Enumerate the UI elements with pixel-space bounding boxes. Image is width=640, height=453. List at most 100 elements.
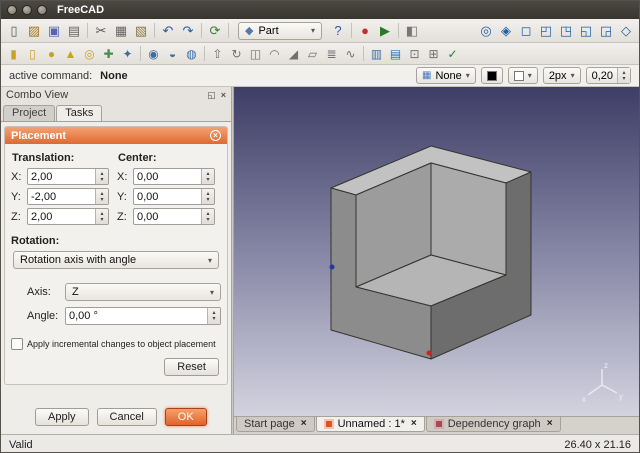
close-panel-icon[interactable]: × bbox=[221, 90, 226, 101]
close-tab-icon[interactable]: × bbox=[547, 419, 553, 429]
placement-axis-row: Y:-2,00▴▾Y:0,00▴▾ bbox=[11, 188, 221, 205]
minimize-button[interactable] bbox=[22, 5, 32, 15]
view-toolbar-group: ◎◈◻◰◳◱◲◇ bbox=[476, 21, 636, 40]
view-right-icon[interactable]: ◳ bbox=[556, 21, 576, 40]
center-z-spinner[interactable]: 0,00▴▾ bbox=[133, 208, 215, 225]
center-x-spinner[interactable]: 0,00▴▾ bbox=[133, 168, 215, 185]
print-icon[interactable]: ▤ bbox=[64, 21, 84, 40]
combo-view-panel: Combo View ◱ × ProjectTasks Placement × … bbox=[1, 87, 231, 434]
fillet-icon[interactable]: ◠ bbox=[265, 44, 284, 63]
part-torus-icon[interactable]: ◎ bbox=[80, 44, 99, 63]
angle-spinner[interactable]: 0,00 ° ▴▾ bbox=[65, 307, 221, 325]
undo-icon[interactable]: ↶ bbox=[158, 21, 178, 40]
spinner-arrows[interactable]: ▴▾ bbox=[201, 189, 214, 204]
origin-point bbox=[427, 351, 432, 356]
chevron-down-icon: ▾ bbox=[208, 256, 212, 265]
boolean-union-icon[interactable]: ◉ bbox=[144, 44, 163, 63]
redo-icon[interactable]: ↷ bbox=[178, 21, 198, 40]
placement-close-icon[interactable]: × bbox=[210, 130, 221, 141]
part-cylinder-icon[interactable]: ▯ bbox=[23, 44, 42, 63]
center-y-spinner[interactable]: 0,00▴▾ bbox=[133, 188, 215, 205]
view-left-icon[interactable]: ◇ bbox=[616, 21, 636, 40]
incremental-checkbox-label: Apply incremental changes to object plac… bbox=[27, 339, 216, 349]
cut-icon[interactable]: ✂ bbox=[91, 21, 111, 40]
draw-style-label: None bbox=[435, 70, 461, 82]
check-geometry-icon[interactable]: ✓ bbox=[443, 44, 462, 63]
spinner-arrows[interactable]: ▴▾ bbox=[95, 189, 108, 204]
draw-style-dropdown[interactable]: ▦ None ▾ bbox=[416, 67, 476, 84]
extrude-icon[interactable]: ⇧ bbox=[208, 44, 227, 63]
file-open-icon[interactable]: ▨ bbox=[24, 21, 44, 40]
maximize-button[interactable] bbox=[37, 5, 47, 15]
translation-label: Translation: bbox=[11, 152, 118, 164]
toolbar-main: ▯▨▣▤ ✂▦▧ ↶↷ ⟳ ◆ Part ▾ ? ●▶ ◧ ◎◈◻◰◳◱◲◇ bbox=[1, 19, 639, 43]
axis-dropdown[interactable]: Z ▾ bbox=[65, 283, 221, 301]
macro-record-icon[interactable]: ● bbox=[355, 21, 375, 40]
file-save-icon[interactable]: ▣ bbox=[44, 21, 64, 40]
vertex-point bbox=[330, 265, 335, 270]
section-icon[interactable]: ▥ bbox=[367, 44, 386, 63]
boolean-common-icon[interactable]: ◒ bbox=[163, 44, 182, 63]
part-primitives-icon[interactable]: ✚ bbox=[99, 44, 118, 63]
translation-z-spinner[interactable]: 2,00▴▾ bbox=[27, 208, 109, 225]
view-bottom-icon[interactable]: ◲ bbox=[596, 21, 616, 40]
file-new-icon[interactable]: ▯ bbox=[4, 21, 24, 40]
translation-z-spinner-value: 2,00 bbox=[28, 211, 95, 223]
view-axonometric-icon[interactable]: ◈ bbox=[496, 21, 516, 40]
refresh-icon[interactable]: ⟳ bbox=[205, 21, 225, 40]
shape-builder-icon[interactable]: ✦ bbox=[118, 44, 137, 63]
face-color-swatch[interactable] bbox=[481, 67, 503, 84]
document-tab-start-page[interactable]: Start page× bbox=[236, 417, 315, 432]
view-top-icon[interactable]: ◰ bbox=[536, 21, 556, 40]
ruled-surface-icon[interactable]: ▱ bbox=[303, 44, 322, 63]
translation-y-spinner[interactable]: -2,00▴▾ bbox=[27, 188, 109, 205]
tab-tasks[interactable]: Tasks bbox=[56, 105, 102, 121]
paste-icon[interactable]: ▧ bbox=[131, 21, 151, 40]
macro-execute-icon[interactable]: ▶ bbox=[375, 21, 395, 40]
chamfer-icon[interactable]: ◢ bbox=[284, 44, 303, 63]
ok-button[interactable]: OK bbox=[165, 408, 207, 426]
document-tab-dependency-graph[interactable]: Dependency graph× bbox=[426, 417, 561, 432]
spinner-arrows[interactable]: ▴▾ bbox=[617, 68, 630, 83]
part-cone-icon[interactable]: ▲ bbox=[61, 44, 80, 63]
spinner-arrows[interactable]: ▴▾ bbox=[201, 209, 214, 224]
part-box-icon[interactable]: ▮ bbox=[4, 44, 23, 63]
thickness-icon[interactable]: ⊞ bbox=[424, 44, 443, 63]
document-tab-unnamed-1-[interactable]: Unnamed : 1*× bbox=[316, 417, 425, 432]
3d-viewport[interactable]: x y z bbox=[234, 87, 640, 416]
offset-icon[interactable]: ⊡ bbox=[405, 44, 424, 63]
part-sphere-icon[interactable]: ● bbox=[42, 44, 61, 63]
whats-this-icon[interactable]: ? bbox=[328, 21, 348, 40]
fit-all-icon[interactable]: ◎ bbox=[476, 21, 496, 40]
rotation-mode-dropdown[interactable]: Rotation axis with angle ▾ bbox=[13, 251, 219, 269]
loft-icon[interactable]: ≣ bbox=[322, 44, 341, 63]
mirror-icon[interactable]: ◫ bbox=[246, 44, 265, 63]
spinner-arrows[interactable]: ▴▾ bbox=[207, 308, 220, 324]
spinner-arrows[interactable]: ▴▾ bbox=[95, 209, 108, 224]
point-size-spinner[interactable]: 0,20 ▴▾ bbox=[586, 67, 631, 84]
copy-icon[interactable]: ▦ bbox=[111, 21, 131, 40]
axis-cross: x y z bbox=[582, 361, 623, 404]
cross-sections-icon[interactable]: ▤ bbox=[386, 44, 405, 63]
close-tab-icon[interactable]: × bbox=[411, 419, 417, 429]
tab-project[interactable]: Project bbox=[3, 105, 55, 121]
close-tab-icon[interactable]: × bbox=[301, 419, 307, 429]
revolve-icon[interactable]: ↻ bbox=[227, 44, 246, 63]
incremental-checkbox[interactable] bbox=[11, 338, 23, 350]
reset-button[interactable]: Reset bbox=[164, 358, 219, 376]
boolean-cut-icon[interactable]: ◍ bbox=[182, 44, 201, 63]
close-button[interactable] bbox=[7, 5, 17, 15]
float-panel-icon[interactable]: ◱ bbox=[207, 90, 216, 101]
line-width-dropdown[interactable]: 2px ▾ bbox=[543, 67, 581, 84]
workbench-selector[interactable]: ◆ Part ▾ bbox=[238, 22, 322, 40]
view-front-icon[interactable]: ◻ bbox=[516, 21, 536, 40]
line-color-swatch[interactable]: ▾ bbox=[508, 67, 538, 84]
spinner-arrows[interactable]: ▴▾ bbox=[201, 169, 214, 184]
spinner-arrows[interactable]: ▴▾ bbox=[95, 169, 108, 184]
cancel-button[interactable]: Cancel bbox=[97, 408, 157, 426]
appearance-icon[interactable]: ◧ bbox=[402, 21, 422, 40]
sweep-icon[interactable]: ∿ bbox=[341, 44, 360, 63]
view-rear-icon[interactable]: ◱ bbox=[576, 21, 596, 40]
apply-button[interactable]: Apply bbox=[35, 408, 89, 426]
translation-x-spinner[interactable]: 2,00▴▾ bbox=[27, 168, 109, 185]
